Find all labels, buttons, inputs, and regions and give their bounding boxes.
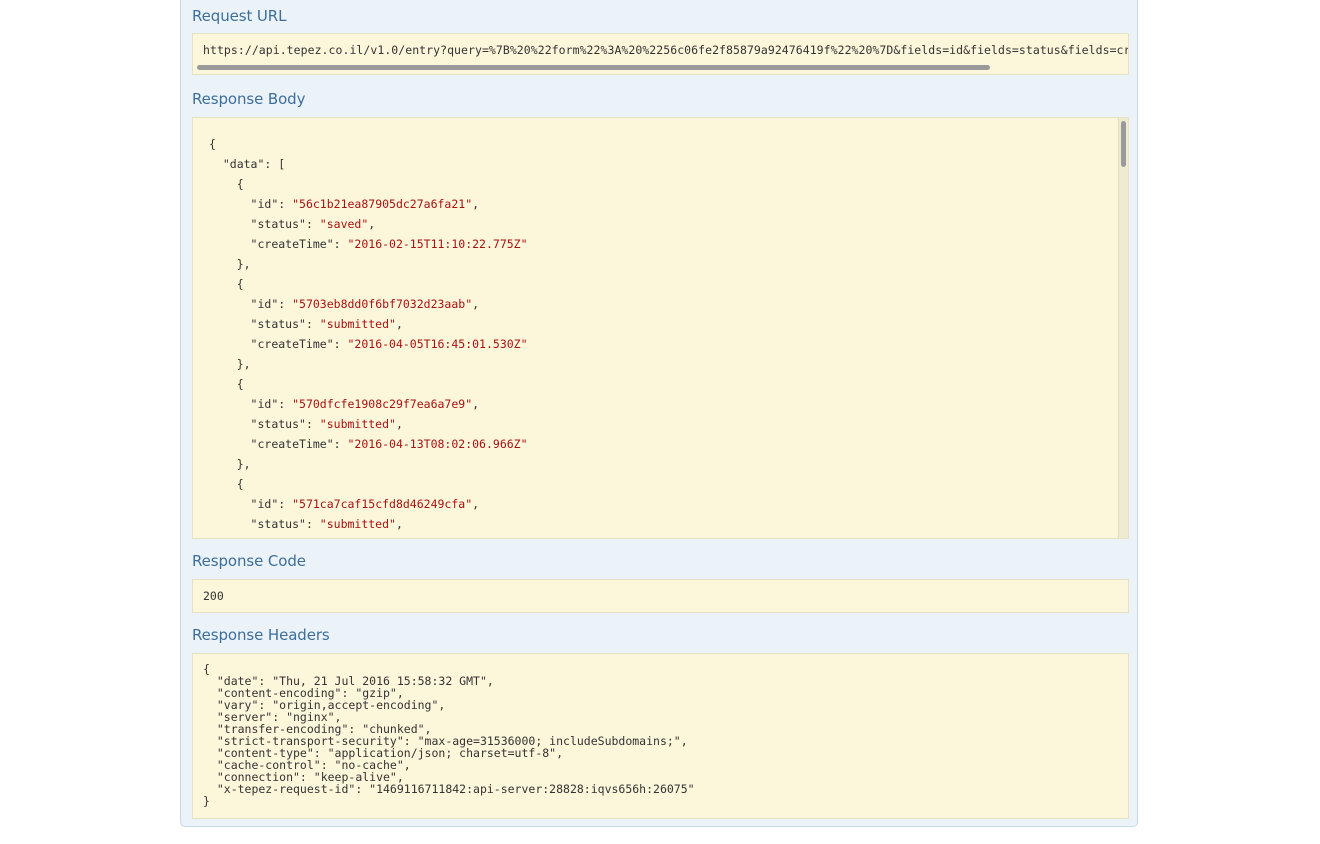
response-body-box[interactable]: { "data": [ { "id": "56c1b21ea87905dc27a… — [192, 117, 1129, 539]
response-body-line: { — [209, 277, 244, 291]
response-body-line: { — [209, 177, 244, 191]
response-body-line: }, — [209, 257, 251, 271]
response-body-line: }, — [209, 457, 251, 471]
response-headers-text: { "date": "Thu, 21 Jul 2016 15:58:32 GMT… — [203, 662, 695, 808]
response-body-code: { "data": [ { "id": "56c1b21ea87905dc27a… — [209, 134, 528, 534]
response-body-line: "id": "56c1b21ea87905dc27a6fa21", — [250, 197, 480, 211]
response-body-line: "status": "submitted", — [250, 317, 403, 331]
response-panel: Request URL https://api.tepez.co.il/v1.0… — [180, 0, 1138, 827]
response-body-line: { — [209, 477, 244, 491]
response-body-line: "createTime": "2016-04-05T16:45:01.530Z" — [250, 337, 528, 351]
response-body-line: "id": "5703eb8dd0f6bf7032d23aab", — [250, 297, 480, 311]
response-code-value: 200 — [203, 589, 224, 603]
response-body-line: "status": "submitted", — [250, 417, 403, 431]
response-body-line: "id": "571ca7caf15cfd8d46249cfa", — [250, 497, 480, 511]
response-body-line: "status": "submitted", — [250, 517, 403, 531]
horizontal-scrollbar[interactable] — [197, 65, 990, 70]
response-body-line: "id": "570dfcfe1908c29f7ea6a7e9", — [250, 397, 480, 411]
request-url-title: Request URL — [192, 7, 287, 25]
response-code-title: Response Code — [192, 552, 306, 570]
response-body-line: "createTime": "2016-02-15T11:10:22.775Z" — [250, 237, 528, 251]
response-body-line: { — [209, 377, 244, 391]
request-url-box[interactable]: https://api.tepez.co.il/v1.0/entry?query… — [192, 33, 1129, 75]
response-body-line: "data": [ — [222, 157, 286, 171]
response-body-title: Response Body — [192, 90, 306, 108]
vertical-scrollbar-thumb[interactable] — [1121, 121, 1126, 167]
response-body-line: }, — [209, 357, 251, 371]
response-headers-title: Response Headers — [192, 626, 330, 644]
response-body-line: "status": "saved", — [250, 217, 376, 231]
response-code-box: 200 — [192, 579, 1129, 613]
request-url-value[interactable]: https://api.tepez.co.il/v1.0/entry?query… — [203, 43, 1128, 57]
response-headers-box: { "date": "Thu, 21 Jul 2016 15:58:32 GMT… — [192, 653, 1129, 819]
response-body-line: "createTime": "2016-04-13T08:02:06.966Z" — [250, 437, 528, 451]
response-body-line: { — [209, 137, 216, 151]
vertical-scrollbar-track[interactable] — [1118, 118, 1128, 538]
